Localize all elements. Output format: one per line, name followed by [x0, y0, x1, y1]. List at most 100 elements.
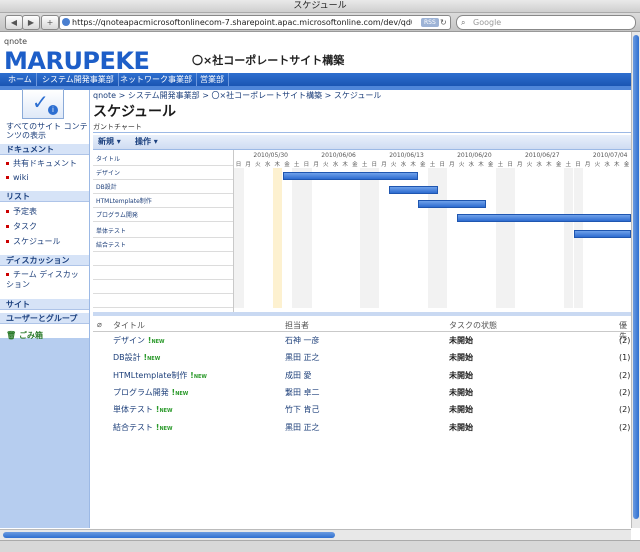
gantt-bar[interactable] [457, 214, 631, 222]
horizontal-scroll-thumb[interactable] [3, 532, 335, 538]
search-icon: ⌕ [461, 18, 466, 27]
table-row[interactable]: DB設計 !NEW 黒田 正之 未開始 (1) [93, 350, 631, 366]
table-row[interactable]: デザイン !NEW 石神 一彦 未開始 (2) [93, 333, 631, 349]
gantt-day-label: 水 [604, 162, 610, 168]
table-row[interactable]: 結合テスト !NEW 黒田 正之 未開始 (2) [93, 420, 631, 436]
ql-item-schedule[interactable]: スケジュール [6, 237, 86, 247]
task-status: 未開始 [449, 353, 473, 363]
task-title-link[interactable]: DB設計 !NEW [113, 350, 160, 367]
gantt-empty-row [93, 296, 233, 308]
view-all-content-link[interactable]: すべてのサイト コンテンツの表示 [6, 122, 88, 140]
gantt-day-label: 木 [410, 162, 416, 168]
ql-item-wiki[interactable]: wiki [6, 173, 86, 183]
reload-icon[interactable]: ↻ [440, 16, 447, 29]
gantt-day-label: 金 [487, 162, 494, 168]
ql-item-tasks[interactable]: タスク [6, 222, 86, 232]
assigned-to[interactable]: 繋田 卓二 [285, 385, 320, 401]
gantt-task-label[interactable]: 結合テスト [93, 240, 233, 252]
gantt-task-label[interactable]: 単体テスト [93, 226, 233, 238]
back-button[interactable]: ◀ [5, 15, 23, 30]
task-title-link[interactable]: 結合テスト !NEW [113, 420, 173, 437]
gantt-bar[interactable] [418, 200, 487, 208]
globe-icon [62, 18, 70, 26]
gantt-weekend-column [495, 168, 506, 308]
col-status[interactable]: タスクの状態 [449, 320, 497, 331]
gantt-title-header: タイトル [93, 154, 233, 166]
gantt-day-label: 土 [293, 162, 300, 168]
col-assigned[interactable]: 担当者 [285, 320, 309, 331]
ql-section-sites[interactable]: サイト [0, 298, 89, 310]
topnav-system[interactable]: システム開発事業部 [38, 73, 119, 86]
vertical-scrollbar[interactable] [631, 32, 640, 528]
gantt-weekend-column [505, 168, 516, 308]
ql-item-calendar[interactable]: 予定表 [6, 207, 86, 217]
gantt-bar[interactable] [389, 186, 438, 194]
gantt-day-label: 火 [458, 162, 465, 168]
ql-section-users[interactable]: ユーザーとグループ [0, 312, 89, 324]
vertical-scroll-thumb[interactable] [633, 35, 639, 519]
topnav-home[interactable]: ホーム [4, 73, 37, 86]
add-bookmark-button[interactable]: + [41, 15, 59, 30]
ql-item-team-discussion[interactable]: チーム ディスカッション [6, 270, 86, 290]
task-title-link[interactable]: 単体テスト !NEW [113, 402, 173, 419]
page-icon: ✓ i [22, 89, 64, 119]
info-icon: i [48, 105, 58, 115]
gantt-day-label: 日 [575, 162, 581, 168]
horizontal-scrollbar[interactable] [0, 529, 631, 540]
ql-item-shared-docs[interactable]: 共有ドキュメント [6, 159, 86, 169]
task-priority: (2) [619, 387, 631, 397]
task-status: 未開始 [449, 405, 473, 415]
topnav-network[interactable]: ネットワーク事業部 [116, 73, 197, 86]
site-crumb-top[interactable]: qnote [4, 37, 27, 46]
gantt-day-label: 土 [429, 162, 436, 168]
gantt-day-label: 日 [235, 162, 242, 168]
task-title-link[interactable]: プログラム開発 !NEW [113, 385, 188, 402]
gantt-day-label: 日 [371, 162, 378, 168]
assigned-to[interactable]: 竹下 肯己 [285, 402, 320, 418]
gantt-weekend-column [437, 168, 448, 308]
gantt-task-label[interactable]: デザイン [93, 168, 233, 180]
assigned-to[interactable]: 成田 愛 [285, 368, 312, 384]
gantt-bar[interactable] [573, 230, 631, 238]
forward-button[interactable]: ▶ [22, 15, 40, 30]
table-row[interactable]: HTMLtemplate制作 !NEW 成田 愛 未開始 (2) [93, 368, 631, 384]
gantt-task-label[interactable]: プログラム開発 [93, 210, 233, 222]
assigned-to[interactable]: 石神 一彦 [285, 333, 320, 349]
assigned-to[interactable]: 黒田 正之 [285, 350, 320, 366]
task-status: 未開始 [449, 336, 473, 345]
rss-badge[interactable]: RSS [421, 18, 439, 27]
gantt-label-column: タイトル デザイン DB設計 HTMLtemplate制作 プログラム開発 単体… [93, 150, 234, 312]
task-title-link[interactable]: デザイン !NEW [113, 333, 165, 350]
site-logo[interactable]: MARUPEKE [4, 49, 150, 73]
gantt-task-label[interactable]: HTMLtemplate制作 [93, 196, 233, 208]
list-header: ⌀ タイトル 担当者 タスクの状態 優先 [93, 320, 631, 341]
gantt-weekend-column [369, 168, 380, 308]
ql-section-lists[interactable]: リスト [0, 190, 89, 202]
breadcrumb[interactable]: qnote > システム開発事業部 > 〇×社コーポレートサイト構築 > スケジ… [93, 90, 381, 101]
table-row[interactable]: プログラム開発 !NEW 繋田 卓二 未開始 (2) [93, 385, 631, 401]
col-title[interactable]: タイトル [113, 320, 145, 331]
assigned-to[interactable]: 黒田 正之 [285, 420, 320, 436]
table-row[interactable]: 単体テスト !NEW 竹下 肯己 未開始 (2) [93, 402, 631, 418]
gantt-bar[interactable] [282, 172, 419, 180]
gantt-day-label: 月 [245, 162, 251, 168]
ql-section-documents[interactable]: ドキュメント [0, 143, 89, 155]
address-bar[interactable]: https://qnoteapacmicrosoftonlinecom-7.sh… [59, 15, 451, 30]
topnav-sales[interactable]: 営業部 [196, 73, 229, 86]
actions-menu-button[interactable]: 操作 ▾ [135, 136, 158, 148]
new-menu-button[interactable]: 新規 ▾ [98, 136, 121, 148]
gantt-day-label: 月 [313, 162, 319, 168]
ql-section-discussions[interactable]: ディスカッション [0, 254, 89, 266]
search-input[interactable]: ⌕ Google [456, 15, 636, 30]
task-title: HTMLtemplate制作 [113, 370, 188, 380]
task-title-link[interactable]: HTMLtemplate制作 !NEW [113, 368, 207, 385]
recycle-bin-link[interactable]: 🗑 ごみ箱 [6, 330, 43, 341]
gantt-weekend-column [563, 168, 574, 308]
gantt-weekend-column [292, 168, 302, 308]
task-priority: (1) [619, 353, 631, 363]
gantt-day-label: 金 [623, 162, 630, 168]
search-placeholder: Google [473, 18, 502, 27]
quick-launch-footer [0, 338, 89, 528]
gantt-week-label: 2010/06/27 [525, 152, 560, 159]
gantt-task-label[interactable]: DB設計 [93, 182, 233, 194]
